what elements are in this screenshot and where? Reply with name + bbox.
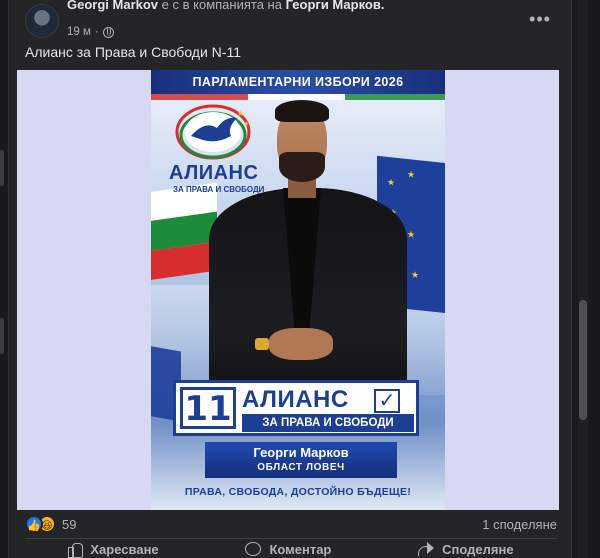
checkbox-icon: ✓ [374, 389, 400, 413]
comment-label: Коментар [269, 541, 332, 557]
hair [275, 100, 329, 122]
hands [269, 328, 333, 360]
ballot-party: АЛИАНС [242, 386, 349, 413]
post-image[interactable]: ★★ ★★ ★★ ПАРЛАМЕНТАРНИ ИЗБОРИ 2026 ★ ★ А… [17, 70, 559, 510]
beard [279, 152, 325, 182]
candidate-box: Георги Марков ОБЛАСТ ЛОВЕЧ [205, 442, 397, 478]
reaction-count[interactable]: 59 [62, 517, 76, 532]
more-horizontal-icon[interactable]: ••• [525, 10, 555, 32]
ballot-subtitle: ЗА ПРАВА И СВОБОДИ [242, 414, 414, 432]
ballot-box: 11 АЛИАНС ✓ ЗА ПРАВА И СВОБОДИ [173, 380, 419, 436]
with-text: е с [161, 0, 179, 12]
candidate-region: ОБЛАСТ ЛОВЕЧ [257, 462, 345, 473]
post-actions: Харесване Коментар Споделяне [25, 540, 557, 558]
separator-dot: · [94, 26, 99, 38]
share-button[interactable]: Споделяне [418, 540, 514, 558]
share-label: Споделяне [442, 541, 514, 557]
comment-icon [245, 542, 262, 556]
coauthor-prefix: в компанията на [182, 0, 282, 12]
divider [25, 538, 557, 539]
right-gutter [572, 0, 600, 558]
author-line: Georgi Markov е с в компанията на Георги… [67, 0, 384, 12]
left-gutter [0, 0, 8, 558]
globe-icon [102, 26, 114, 38]
avatar[interactable] [25, 4, 59, 38]
poster-slogan: ПРАВА, СВОБОДА, ДОСТОЙНО БЪДЕЩЕ! [184, 486, 412, 498]
coauthor-name[interactable]: Георги Марков. [286, 0, 385, 12]
share-icon [418, 542, 435, 556]
scrollbar-track[interactable] [578, 0, 588, 558]
ballot-number: 11 [180, 387, 236, 429]
candidate-name: Георги Марков [253, 445, 349, 460]
gutter-handle [0, 150, 4, 186]
post-time[interactable]: 19 м [67, 26, 91, 38]
post-caption: Алианс за Права и Свободи N-11 [25, 44, 241, 60]
post-header: Georgi Markov е с в компанията на Георги… [9, 0, 573, 44]
like-label: Харесване [90, 541, 159, 557]
comment-button[interactable]: Коментар [245, 540, 331, 558]
campaign-poster: ★★ ★★ ★★ ПАРЛАМЕНТАРНИ ИЗБОРИ 2026 ★ ★ А… [151, 70, 445, 510]
author-name[interactable]: Georgi Markov [67, 0, 158, 12]
share-count[interactable]: 1 споделяне [482, 517, 557, 532]
post-meta: 19 м · [67, 26, 114, 38]
like-button[interactable]: Харесване [68, 540, 159, 558]
scrollbar-thumb[interactable] [579, 300, 587, 420]
gutter-handle [0, 318, 4, 354]
reaction-summary[interactable]: 👍 😆 59 [25, 514, 76, 534]
feed-post: Georgi Markov е с в компанията на Георги… [8, 0, 572, 558]
like-reaction-icon: 👍 [25, 515, 43, 533]
thumbs-up-icon [68, 542, 84, 558]
watch-icon [255, 338, 269, 350]
